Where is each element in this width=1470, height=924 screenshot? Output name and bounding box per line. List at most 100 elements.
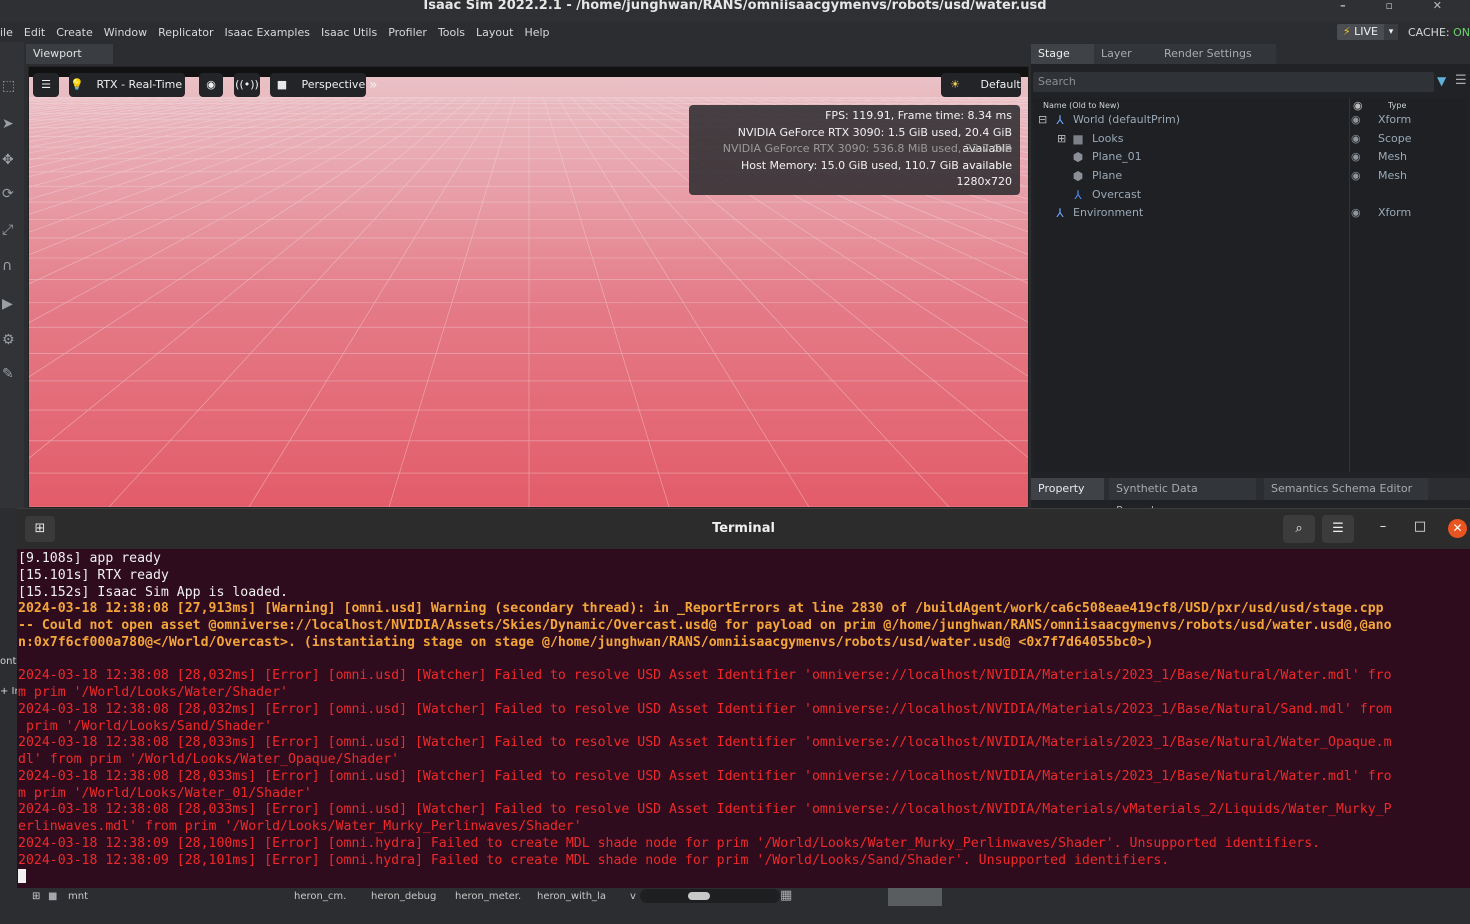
rotate-icon[interactable]: ⟳ <box>2 186 18 202</box>
mesh-icon: ⬢ <box>1072 150 1084 164</box>
menu-layout[interactable]: Layout <box>476 26 513 39</box>
lightbulb-icon: 💡 <box>70 78 84 91</box>
maximize-icon[interactable]: □ <box>1410 519 1430 534</box>
terminal-line: [9.108s] app ready <box>18 551 161 566</box>
prim-name: World (defaultPrim) <box>1073 113 1181 126</box>
folder-icon: ■ <box>48 891 58 902</box>
hamburger-menu-icon[interactable]: ☰ <box>1322 515 1354 543</box>
slider-handle[interactable] <box>688 892 710 900</box>
terminal-line: 2024-03-18 12:38:08 [28,033ms] [Error] [… <box>18 768 1392 784</box>
eye-icon[interactable]: ◉ <box>1351 167 1361 185</box>
eye-icon[interactable]: ◉ <box>1351 130 1361 148</box>
menu-tools[interactable]: Tools <box>438 26 465 39</box>
chevron-down-icon[interactable]: ▾ <box>1384 24 1398 40</box>
menu-edit[interactable]: Edit <box>24 26 45 39</box>
window-titlebar: Isaac Sim 2022.2.1 - /home/junghwan/RANS… <box>0 0 1470 22</box>
tab-stage[interactable]: Stage <box>1031 44 1103 64</box>
terminal-line: erlinwaves.mdl' from prim '/World/Looks/… <box>18 819 582 834</box>
live-label: LIVE <box>1354 25 1378 38</box>
bolt-icon: ⚡ <box>1342 25 1351 38</box>
gpu0-text: NVIDIA GeForce RTX 3090: 1.5 GiB used, 2… <box>737 125 1012 156</box>
collapse-icon[interactable]: ⊟ <box>1038 111 1048 129</box>
camera-button[interactable]: ■ Perspective <box>270 73 366 97</box>
xform-icon: ⅄ <box>1056 113 1064 127</box>
snap-icon[interactable]: ∩ <box>2 258 18 274</box>
prim-name: Plane_01 <box>1092 150 1142 163</box>
hamburger-icon[interactable]: ☰ <box>1455 73 1467 88</box>
menu-isaac-examples[interactable]: Isaac Examples <box>225 26 310 39</box>
play-icon[interactable]: ▶ <box>2 296 18 312</box>
joint-icon[interactable]: ⚙ <box>2 332 18 348</box>
tab-property[interactable]: Property <box>1031 478 1104 500</box>
renderer-button[interactable]: 💡 RTX - Real-Time <box>69 73 185 97</box>
window-controls[interactable]: – ▫ ✕ <box>1340 0 1460 12</box>
gpu1-text: NVIDIA GeForce RTX 3090: 536.8 MiB used,… <box>722 142 1012 172</box>
select-icon[interactable]: ⬚ <box>2 78 18 94</box>
stage-search-input[interactable]: Search <box>1033 72 1434 92</box>
file-item[interactable]: heron_debug <box>371 888 436 906</box>
menu-window[interactable]: Window <box>104 26 147 39</box>
tree-row-plane[interactable]: ⬢ Plane ◉ Mesh <box>1033 167 1467 185</box>
tab-layer[interactable]: Layer <box>1094 44 1158 64</box>
lighting-button[interactable]: ☀ Default <box>941 73 1021 97</box>
folder-label[interactable]: mnt <box>68 888 88 906</box>
menu-replicator[interactable]: Replicator <box>158 26 213 39</box>
file-item[interactable]: v <box>630 888 636 906</box>
terminal-prompt[interactable] <box>18 869 1468 886</box>
sun-icon: ☀ <box>950 78 960 91</box>
scale-icon[interactable]: ⤢ <box>2 222 18 238</box>
tree-row-world[interactable]: ⊟ ⅄ World (defaultPrim) ◉ Xform <box>1033 111 1467 129</box>
search-icon[interactable]: ⌕ <box>1283 515 1315 543</box>
grid-view-icon[interactable]: ▦ <box>780 888 792 903</box>
pen-icon[interactable]: ✎ <box>2 366 18 382</box>
tab-viewport[interactable]: Viewport <box>26 44 113 64</box>
tree-row-overcast[interactable]: ⅄ Overcast <box>1033 186 1467 204</box>
pointer-icon[interactable]: ➤ <box>2 116 18 132</box>
menu-isaac-utils[interactable]: Isaac Utils <box>321 26 377 39</box>
tab-semantics-schema-editor[interactable]: Semantics Schema Editor <box>1264 478 1428 500</box>
prim-name: Plane <box>1092 169 1123 182</box>
menu-create[interactable]: Create <box>56 26 93 39</box>
tab-render-settings[interactable]: Render Settings <box>1157 44 1276 64</box>
expand-icon[interactable]: ⊞ <box>32 888 40 906</box>
thumbnail-size-slider[interactable] <box>640 889 780 903</box>
minimize-icon[interactable]: – <box>1373 519 1393 534</box>
close-icon[interactable]: ✕ <box>1448 519 1467 538</box>
eye-icon[interactable]: ◉ <box>1351 204 1361 222</box>
eye-icon[interactable]: ◉ <box>1351 148 1361 166</box>
terminal-line: [15.101s] RTX ready <box>18 567 169 583</box>
stage-tabs: Stage Layer Render Settings <box>1031 44 1470 64</box>
menu-profiler[interactable]: Profiler <box>388 26 427 39</box>
file-item[interactable]: heron_meter. <box>455 888 521 906</box>
tree-row-plane-01[interactable]: ⬢ Plane_01 ◉ Mesh <box>1033 148 1467 166</box>
menu-help[interactable]: Help <box>524 26 549 39</box>
tab-synthetic-data-recorder[interactable]: Synthetic Data Recorder <box>1109 478 1256 517</box>
settings-sliders-icon[interactable]: ☰ <box>33 73 59 97</box>
tree-row-looks[interactable]: ⊞ ■ Looks ◉ Scope <box>1033 130 1467 148</box>
expand-icon[interactable]: ⊞ <box>1057 130 1067 148</box>
mesh-icon: ⬢ <box>1072 169 1084 183</box>
file-item[interactable]: heron_with_la <box>537 888 606 906</box>
prim-type: Xform <box>1378 206 1412 219</box>
terminal-line: 2024-03-18 12:38:09 [28,101ms] [Error] [… <box>18 852 1170 868</box>
file-item[interactable]: heron_cm. <box>294 888 346 906</box>
host-memory-text: Host Memory: 15.0 GiB used, 110.7 GiB av… <box>741 158 1012 172</box>
terminal-line: prim '/World/Looks/Sand/Shader' <box>18 718 273 734</box>
terminal-output[interactable]: [9.108s] app ready [15.101s] RTX ready [15… <box>18 551 1468 886</box>
menu-file[interactable]: ile <box>0 26 13 39</box>
filter-icon[interactable]: ▼ <box>1437 74 1446 88</box>
eye-icon[interactable]: ◉ <box>199 73 223 97</box>
tree-row-environment[interactable]: ⅄ Environment ◉ Xform <box>1033 204 1467 222</box>
eye-icon[interactable]: ◉ <box>1351 111 1361 129</box>
terminal-title: Terminal <box>712 521 775 536</box>
audio-icon[interactable]: ((•)) <box>234 73 260 97</box>
terminal-line: 2024-03-18 12:38:08 [28,032ms] [Error] [… <box>18 701 1392 717</box>
cache-label: CACHE: <box>1407 26 1450 39</box>
terminal-line: m prim '/World/Looks/Water_01/Shader' <box>18 785 312 801</box>
move-icon[interactable]: ✥ <box>2 152 18 168</box>
viewport[interactable]: ☰ 💡 RTX - Real-Time ◉ ((•)) ■ Perspectiv… <box>28 66 1029 508</box>
live-button[interactable]: ⚡ LIVE ▾ <box>1336 24 1398 40</box>
stage-panel: Stage Layer Render Settings Search ▼ ☰ N… <box>1031 44 1470 508</box>
chevron-right-icon[interactable]: » <box>369 73 383 97</box>
